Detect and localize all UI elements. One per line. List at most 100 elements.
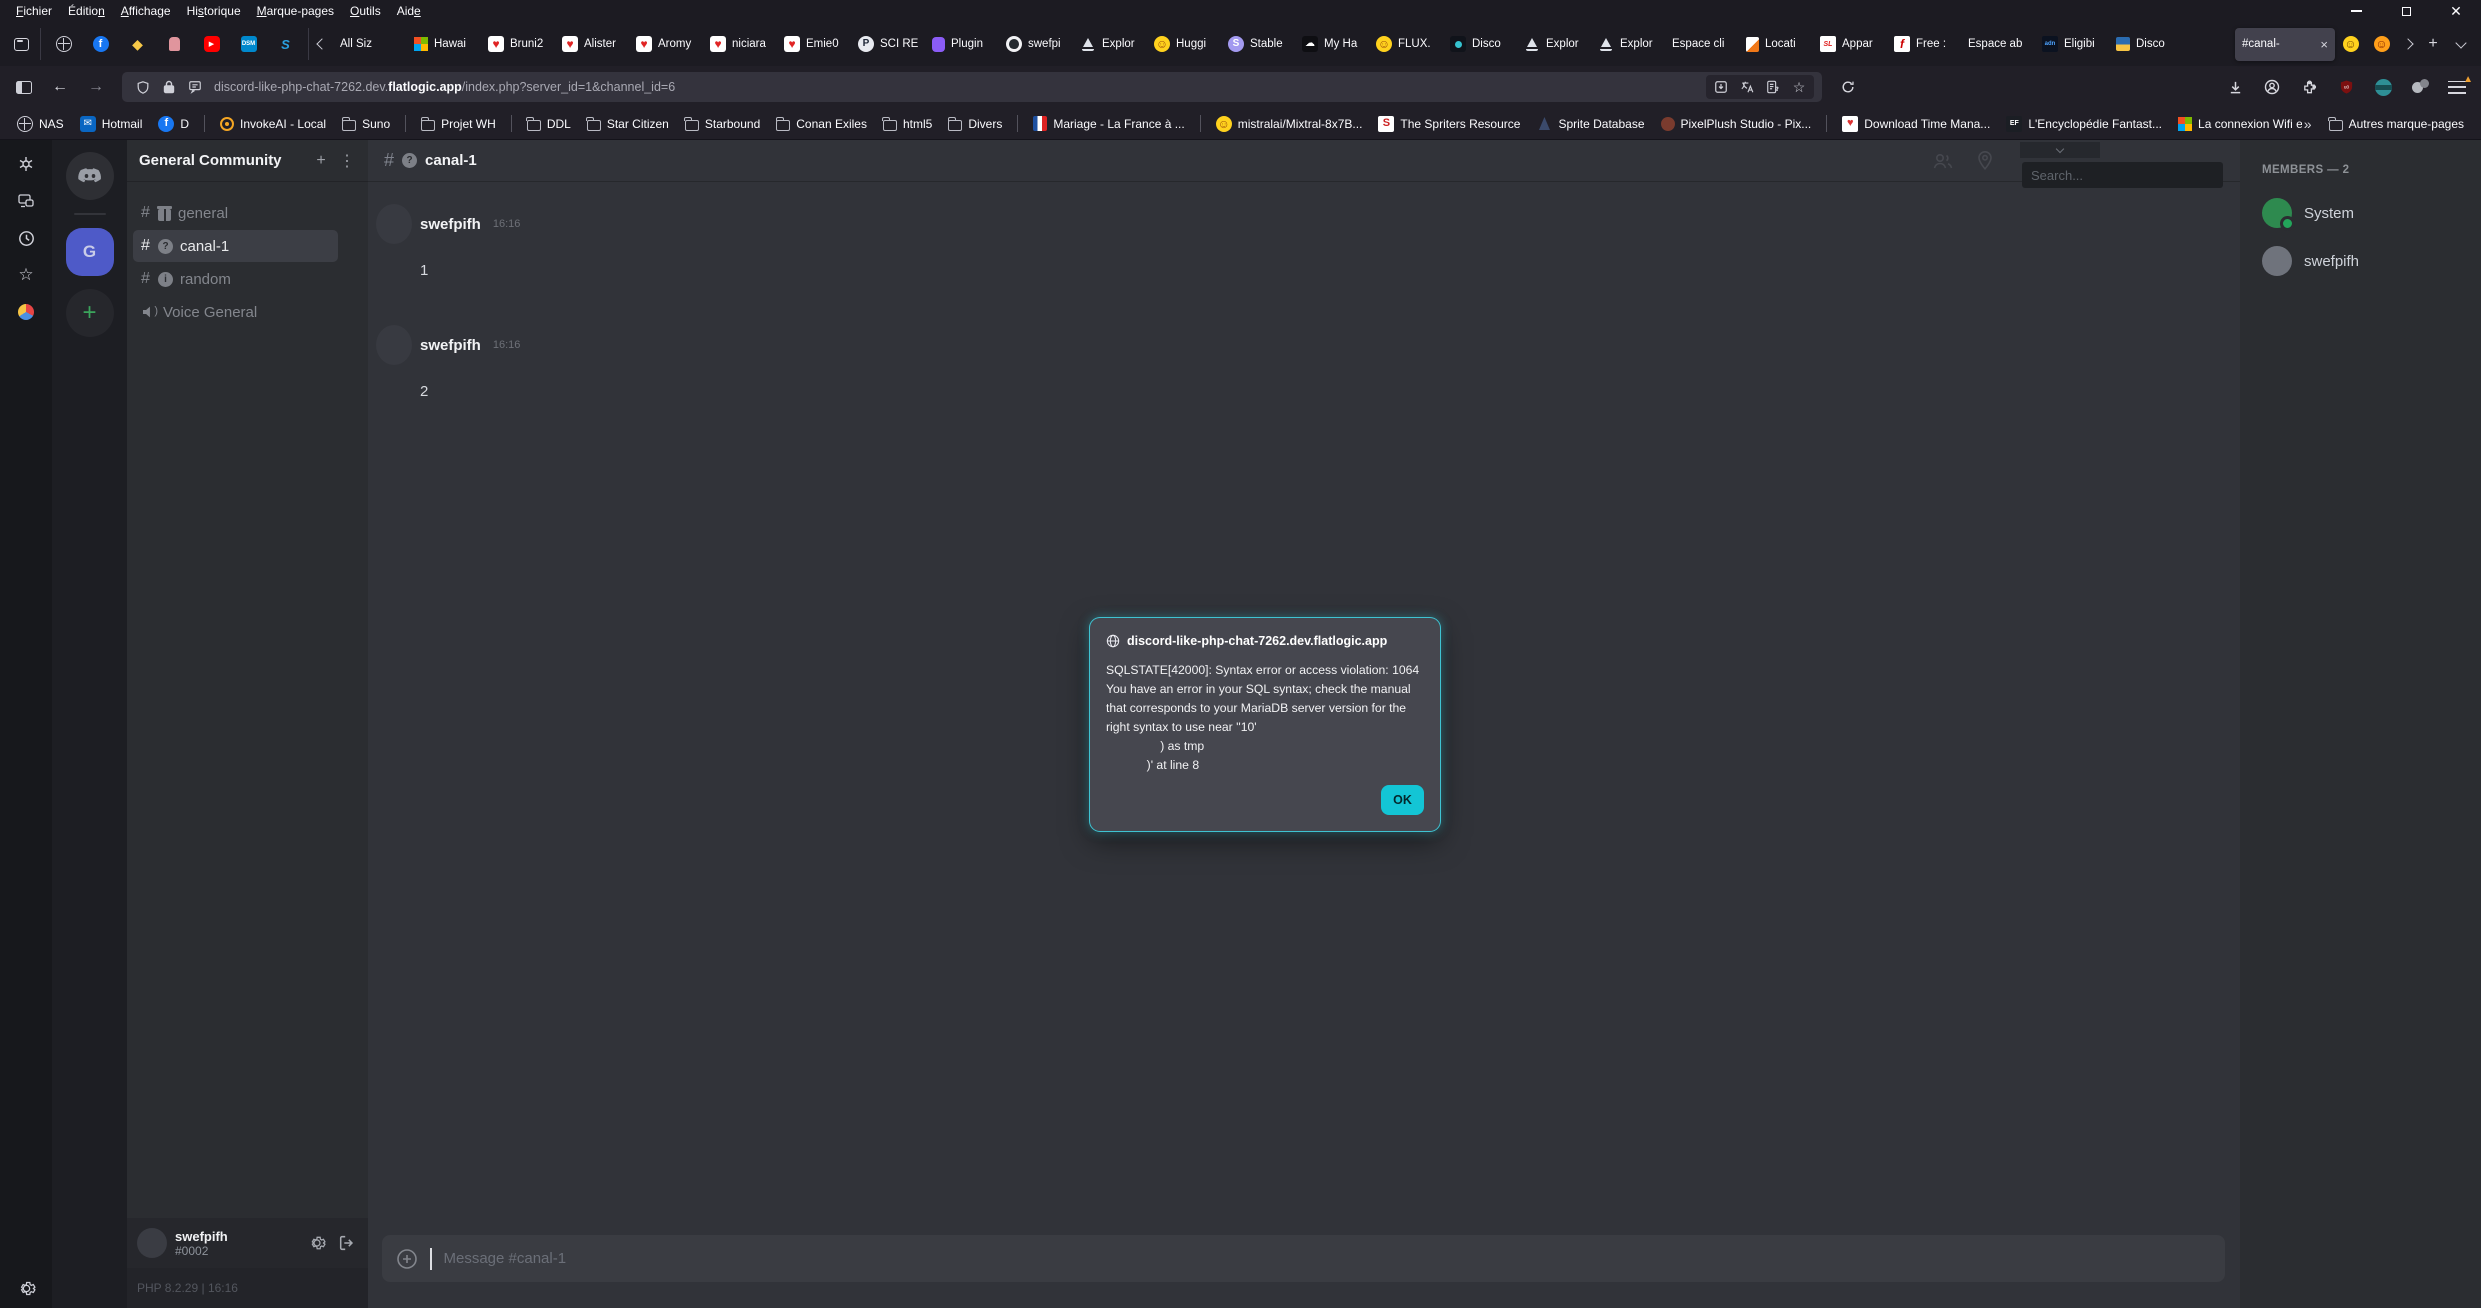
bookmark-item[interactable]: DDL [520, 114, 578, 134]
browser-tab[interactable]: SCI RE [851, 28, 925, 61]
browser-tab[interactable]: Aromy [629, 28, 703, 61]
bookmark-item[interactable]: D [151, 113, 196, 135]
discord-home-button[interactable] [66, 152, 114, 200]
page-permissions-icon[interactable] [182, 75, 208, 99]
browser-tab[interactable]: Explor [1517, 28, 1591, 61]
browser-tab[interactable]: Explor [1073, 28, 1147, 61]
bookmark-item[interactable]: La connexion Wifi et E... [2171, 114, 2302, 134]
browser-tab[interactable]: Hawai [407, 28, 481, 61]
maximize-button[interactable] [2381, 0, 2431, 22]
menu-item[interactable]: Outils [342, 2, 389, 20]
browser-tab[interactable]: Plugin [925, 28, 999, 61]
save-page-icon[interactable] [1708, 75, 1734, 99]
bookmarks-sidebar-icon[interactable]: ☆ [16, 265, 36, 285]
browser-tab[interactable]: Eligibi [2035, 28, 2109, 61]
bookmark-item[interactable]: Starbound [678, 114, 767, 134]
gray-extension-icon[interactable] [2404, 72, 2436, 102]
scroll-tabs-left-button[interactable] [311, 28, 333, 60]
privacy-extension-icon[interactable] [2367, 72, 2399, 102]
user-settings-gear-icon[interactable] [306, 1232, 328, 1254]
url-bar[interactable]: discord-like-php-chat-7262.dev.flatlogic… [122, 72, 1822, 102]
message-input[interactable]: Message #canal-1 [382, 1235, 2225, 1282]
sidebar-settings-gear-icon[interactable] [16, 1278, 36, 1298]
tab-close-icon[interactable]: × [2318, 37, 2328, 52]
bookmark-item[interactable]: The Spriters Resource [1371, 113, 1527, 135]
bookmark-item[interactable]: Download Time Mana... [1835, 113, 1997, 135]
channel-item[interactable]: # general [133, 197, 338, 229]
extensions-button[interactable] [2293, 72, 2325, 102]
downloads-button[interactable] [2219, 72, 2251, 102]
pinned-tab[interactable] [119, 28, 156, 60]
search-input[interactable] [2022, 162, 2223, 188]
bookmark-item[interactable]: html5 [876, 114, 939, 134]
bookmark-item[interactable]: Sprite Database [1529, 113, 1651, 135]
bookmark-item[interactable]: Divers [941, 114, 1009, 134]
browser-tab[interactable]: Bruni2 [481, 28, 555, 61]
app-menu-button[interactable]: ▲ [2441, 72, 2473, 102]
members-toggle-icon[interactable] [1932, 151, 1954, 171]
scroll-tabs-right-button[interactable] [2397, 28, 2419, 60]
extension-ball-icon[interactable] [16, 302, 36, 322]
pinned-tab[interactable] [82, 28, 119, 60]
bookmark-item[interactable]: Projet WH [414, 114, 503, 134]
member-row[interactable]: swefpifh [2262, 246, 2467, 276]
pinned-tab[interactable] [230, 28, 267, 60]
menu-item[interactable]: Édition [60, 2, 113, 20]
sidebar-toggle-button[interactable] [8, 72, 40, 102]
pinned-tab[interactable] [267, 28, 304, 60]
synced-tabs-icon[interactable] [16, 191, 36, 211]
browser-tab[interactable]: Emie0 [777, 28, 851, 61]
reload-button[interactable] [1832, 72, 1864, 102]
browser-tab[interactable]: Espace cli [1665, 28, 1739, 61]
server-menu-button[interactable]: ⋮ [338, 151, 356, 171]
menu-item[interactable]: Marque-pages [249, 2, 342, 20]
list-all-tabs-button[interactable] [2447, 28, 2475, 60]
close-button[interactable]: ✕ [2431, 0, 2481, 22]
browser-tab[interactable]: Stable [1221, 28, 1295, 61]
other-bookmarks-folder[interactable]: Autres marque-pages [2322, 114, 2471, 134]
browser-tab[interactable]: Free : [1887, 28, 1961, 61]
history-icon[interactable] [16, 228, 36, 248]
pin-icon[interactable] [1976, 150, 1994, 171]
logout-icon[interactable] [336, 1232, 358, 1254]
bookmark-item[interactable]: Star Citizen [580, 114, 676, 134]
shield-icon[interactable] [130, 75, 156, 99]
browser-tab[interactable]: Alister [555, 28, 629, 61]
add-channel-button[interactable]: + [312, 152, 330, 170]
browser-tab[interactable]: swefpi [999, 28, 1073, 61]
browser-tab[interactable]: Huggi [1147, 28, 1221, 61]
bookmark-item[interactable]: mistralai/Mixtral-8x7B... [1209, 113, 1370, 135]
new-tab-button[interactable]: + [2419, 28, 2447, 60]
bookmarks-overflow-button[interactable]: » [2304, 116, 2312, 132]
browser-tab[interactable]: niciara [703, 28, 777, 61]
browser-tab[interactable]: FLUX. [1369, 28, 1443, 61]
channel-item[interactable]: # random [133, 263, 338, 295]
message-author[interactable]: swefpifh [420, 216, 481, 233]
ublock-icon[interactable]: u0 [2330, 72, 2362, 102]
pinned-tab[interactable] [45, 28, 82, 60]
bookmark-item[interactable]: L'Encyclopédie Fantast... [1999, 113, 2169, 135]
ok-button[interactable]: OK [1381, 785, 1424, 815]
bookmark-star-icon[interactable]: ☆ [1786, 75, 1812, 99]
bookmark-item[interactable]: Mariage - La France à ... [1026, 113, 1191, 134]
channel-item[interactable]: Voice General [133, 296, 338, 328]
avatar[interactable] [376, 204, 412, 244]
bookmark-item[interactable]: Conan Exiles [769, 114, 874, 134]
browser-tab[interactable]: My Ha [1295, 28, 1369, 61]
member-row[interactable]: System [2262, 198, 2467, 228]
browser-tab[interactable]: Locati [1739, 28, 1813, 61]
minimize-button[interactable] [2331, 0, 2381, 22]
active-tab[interactable]: #canal- × [2235, 28, 2335, 61]
lock-icon[interactable] [156, 75, 182, 99]
browser-tab[interactable]: All Siz [333, 28, 407, 61]
server-icon-general-community[interactable]: G [66, 228, 114, 276]
bookmark-item[interactable]: InvokeAI - Local [213, 114, 333, 134]
forward-button[interactable]: → [80, 72, 112, 102]
browser-tab[interactable]: Disco [1443, 28, 1517, 61]
bookmark-item[interactable]: NAS [10, 113, 71, 135]
avatar[interactable] [376, 325, 412, 365]
back-button[interactable]: ← [44, 72, 76, 102]
browser-tab[interactable]: Espace ab [1961, 28, 2035, 61]
menu-item[interactable]: Aide [389, 2, 429, 20]
ai-chatbot-icon[interactable] [16, 154, 36, 174]
